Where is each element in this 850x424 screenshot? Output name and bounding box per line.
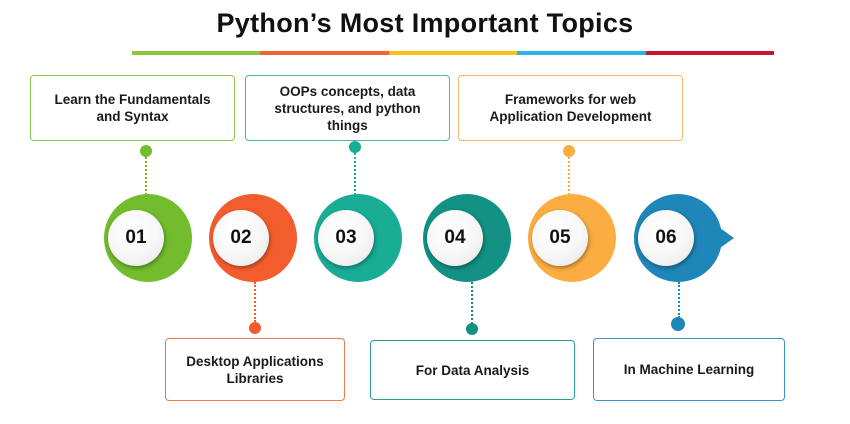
step-2-number: 02 xyxy=(213,210,269,266)
step-5-label: Frameworks for web Application Developme… xyxy=(489,92,652,124)
step-1-label: Learn the Fundamentals and Syntax xyxy=(54,92,211,124)
underline-segment-3 xyxy=(388,51,518,55)
step-3-dot xyxy=(349,141,361,153)
step-6-box: In Machine Learning xyxy=(593,338,785,401)
step-1-connector xyxy=(145,157,147,195)
step-3-label: OOPs concepts, data structures, and pyth… xyxy=(274,83,421,133)
step-5-number: 05 xyxy=(532,210,588,266)
step-2-label: Desktop Applications Libraries xyxy=(186,353,324,386)
underline-segment-4 xyxy=(517,51,646,55)
step-3-number: 03 xyxy=(318,210,374,266)
underline-segment-5 xyxy=(645,51,775,55)
step-6-number: 06 xyxy=(638,210,694,266)
step-1-number: 01 xyxy=(108,210,164,266)
step-2-box: Desktop Applications Libraries xyxy=(165,338,345,401)
step-2-dot xyxy=(249,322,261,334)
title-underline xyxy=(132,51,775,55)
step-5-dot xyxy=(563,145,575,157)
step-4-dot xyxy=(466,323,478,335)
step-3-connector xyxy=(354,153,356,195)
step-4-box: For Data Analysis xyxy=(370,340,575,400)
underline-segment-2 xyxy=(260,51,389,55)
step-5-box: Frameworks for web Application Developme… xyxy=(458,75,683,141)
step-3-box: OOPs concepts, data structures, and pyth… xyxy=(245,75,450,141)
step-6-dot xyxy=(671,317,685,331)
step-6-label: In Machine Learning xyxy=(623,362,755,377)
page-title: Python’s Most Important Topics xyxy=(216,8,634,38)
step-2-connector xyxy=(254,282,256,322)
step-5-connector xyxy=(568,157,570,195)
step-4-number: 04 xyxy=(427,210,483,266)
step-1-box: Learn the Fundamentals and Syntax xyxy=(30,75,235,141)
step-4-connector xyxy=(471,282,473,324)
underline-segment-1 xyxy=(132,51,261,55)
arrow-tip-icon xyxy=(720,228,734,248)
step-6-connector xyxy=(678,282,680,318)
step-4-label: For Data Analysis xyxy=(415,362,530,378)
step-1-dot xyxy=(140,145,152,157)
